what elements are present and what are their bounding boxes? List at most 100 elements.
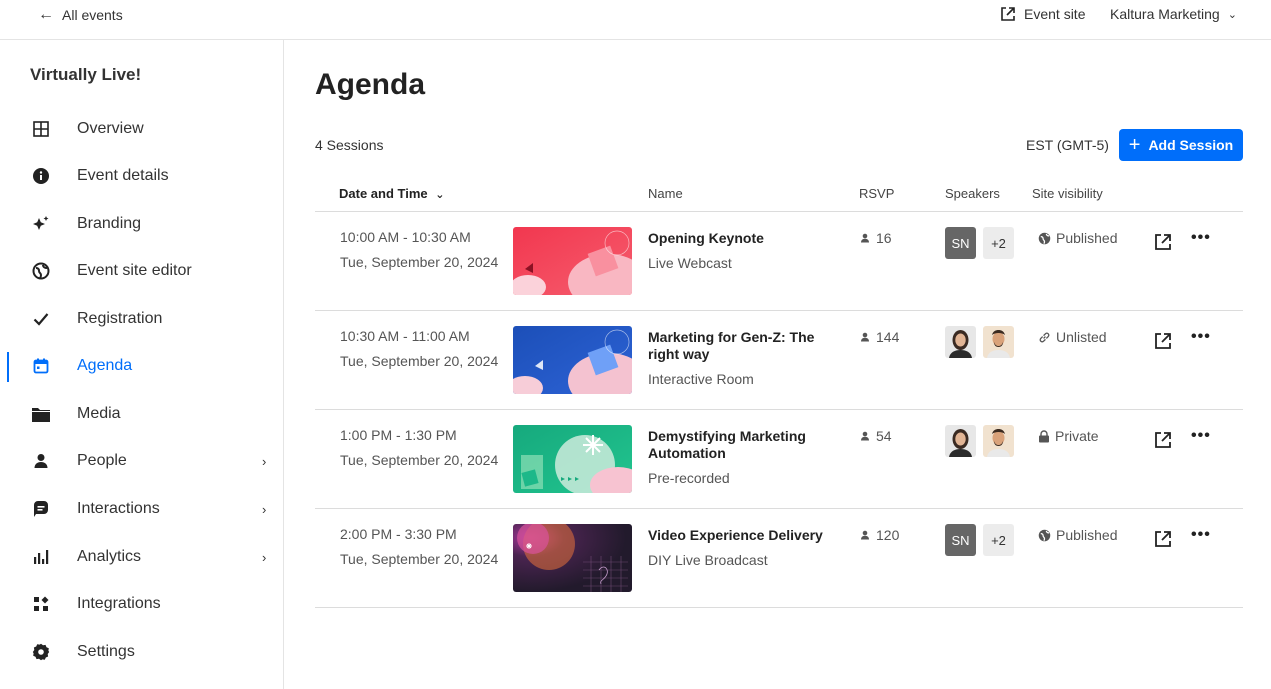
sidebar-item-analytics[interactable]: Analytics › xyxy=(0,537,284,577)
grid-icon xyxy=(30,118,52,140)
visibility-label: Private xyxy=(1055,428,1099,444)
visibility-status: Published xyxy=(1038,527,1118,543)
calendar-icon xyxy=(30,355,52,377)
sidebar-item-agenda[interactable]: Agenda xyxy=(0,346,284,386)
column-header-name: Name xyxy=(648,186,683,201)
speaker-avatar: SN xyxy=(945,227,976,259)
more-options-icon[interactable]: ••• xyxy=(1191,229,1211,247)
more-options-icon[interactable]: ••• xyxy=(1191,427,1211,445)
visibility-label: Published xyxy=(1056,527,1118,543)
column-header-date[interactable]: Date and Time ⌄ xyxy=(339,186,444,201)
more-options-icon[interactable]: ••• xyxy=(1191,526,1211,544)
speaker-more-count[interactable]: +2 xyxy=(983,227,1014,259)
visibility-label: Unlisted xyxy=(1056,329,1107,345)
sidebar-item-overview[interactable]: Overview xyxy=(0,109,284,149)
sidebar-item-label: Event site editor xyxy=(77,262,192,279)
sidebar-item-settings[interactable]: Settings xyxy=(0,632,284,672)
speaker-avatar xyxy=(983,326,1014,358)
sidebar-item-event-site-editor[interactable]: Event site editor xyxy=(0,251,284,291)
sidebar-item-event-details[interactable]: Event details xyxy=(0,156,284,196)
session-type: Interactive Room xyxy=(648,371,754,387)
speaker-avatar xyxy=(945,425,976,457)
session-title[interactable]: Demystifying Marketing Automation xyxy=(648,428,843,462)
speaker-avatar: SN xyxy=(945,524,976,556)
table-row[interactable]: 1:00 PM - 1:30 PM Tue, September 20, 202… xyxy=(315,410,1243,509)
speaker-avatar xyxy=(945,326,976,358)
globe-icon xyxy=(30,260,52,282)
rsvp-count: 144 xyxy=(860,329,899,345)
table-row[interactable]: 10:00 AM - 10:30 AM Tue, September 20, 2… xyxy=(315,212,1243,311)
sidebar-item-label: Analytics xyxy=(77,548,142,565)
sparkle-icon xyxy=(30,213,52,235)
sidebar-item-label: Agenda xyxy=(77,357,133,374)
person-icon xyxy=(30,450,52,472)
session-title[interactable]: Video Experience Delivery xyxy=(648,527,843,544)
external-link-icon[interactable] xyxy=(1153,529,1173,549)
globe-icon xyxy=(1038,232,1051,244)
integrations-icon xyxy=(30,593,52,615)
timezone-selector[interactable]: EST (GMT-5) xyxy=(1026,137,1109,153)
sidebar-item-integrations[interactable]: Integrations xyxy=(0,584,284,624)
speakers xyxy=(945,326,1014,358)
external-link-icon[interactable] xyxy=(1153,232,1173,252)
session-time: 2:00 PM - 3:30 PM xyxy=(340,526,457,542)
rsvp-count: 16 xyxy=(860,230,892,246)
chevron-down-icon: ⌄ xyxy=(435,189,445,201)
rsvp-value: 54 xyxy=(876,428,892,444)
bar-chart-icon xyxy=(30,546,52,568)
session-title[interactable]: Opening Keynote xyxy=(648,230,843,247)
add-session-button[interactable]: + Add Session xyxy=(1119,129,1243,161)
rsvp-count: 54 xyxy=(860,428,892,444)
rsvp-count: 120 xyxy=(860,527,899,543)
speakers: SN +2 xyxy=(945,524,1014,556)
person-icon xyxy=(861,431,869,441)
session-type: DIY Live Broadcast xyxy=(648,552,768,568)
more-options-icon[interactable]: ••• xyxy=(1191,328,1211,346)
sidebar-item-branding[interactable]: Branding xyxy=(0,204,284,244)
sidebar-item-people[interactable]: People › xyxy=(0,441,284,481)
speaker-more-count[interactable]: +2 xyxy=(983,524,1014,556)
chevron-down-icon: ⌄ xyxy=(1227,8,1237,21)
chat-icon xyxy=(30,498,52,520)
session-thumbnail xyxy=(513,326,632,394)
session-title[interactable]: Marketing for Gen-Z: The right way xyxy=(648,329,843,363)
external-link-icon[interactable] xyxy=(1153,430,1173,450)
column-header-rsvp: RSVP xyxy=(859,186,895,201)
lock-icon xyxy=(1039,429,1049,442)
visibility-label: Published xyxy=(1056,230,1118,246)
column-header-speakers: Speakers xyxy=(945,186,1000,201)
top-bar: ← All events Event site Kaltura Marketin… xyxy=(0,0,1271,40)
session-date: Tue, September 20, 2024 xyxy=(340,551,499,567)
back-to-all-events-link[interactable]: ← All events xyxy=(38,6,123,24)
speakers xyxy=(945,425,1014,457)
speakers: SN +2 xyxy=(945,227,1014,259)
table-row[interactable]: 10:30 AM - 11:00 AM Tue, September 20, 2… xyxy=(315,311,1243,410)
link-icon xyxy=(1039,332,1050,342)
session-thumbnail xyxy=(513,524,632,592)
sidebar-item-interactions[interactable]: Interactions › xyxy=(0,489,284,529)
rsvp-value: 144 xyxy=(876,329,900,345)
sidebar-item-media[interactable]: Media xyxy=(0,394,284,434)
rsvp-value: 120 xyxy=(876,527,900,543)
sidebar-item-label: Media xyxy=(77,405,121,422)
table-row[interactable]: 2:00 PM - 3:30 PM Tue, September 20, 202… xyxy=(315,509,1243,608)
sidebar-item-label: Integrations xyxy=(77,595,161,612)
info-icon xyxy=(30,165,52,187)
column-header-visibility: Site visibility xyxy=(1032,186,1103,201)
external-link-icon[interactable] xyxy=(1153,331,1173,351)
sidebar-item-label: Overview xyxy=(77,120,144,137)
event-name: Virtually Live! xyxy=(30,65,142,84)
rsvp-value: 16 xyxy=(876,230,892,246)
sidebar-item-label: Event details xyxy=(77,167,169,184)
sessions-count: 4 Sessions xyxy=(315,137,384,153)
sidebar-item-label: Interactions xyxy=(77,500,160,517)
gear-icon xyxy=(30,641,52,663)
check-icon xyxy=(30,308,52,330)
visibility-status: Published xyxy=(1038,230,1118,246)
sidebar-item-label: People xyxy=(77,452,127,469)
event-site-link[interactable]: Event site xyxy=(1000,6,1085,22)
session-thumbnail xyxy=(513,227,632,295)
organization-dropdown[interactable]: Kaltura Marketing ⌄ xyxy=(1110,6,1237,22)
sidebar-item-registration[interactable]: Registration xyxy=(0,299,284,339)
event-site-label: Event site xyxy=(1024,6,1086,22)
